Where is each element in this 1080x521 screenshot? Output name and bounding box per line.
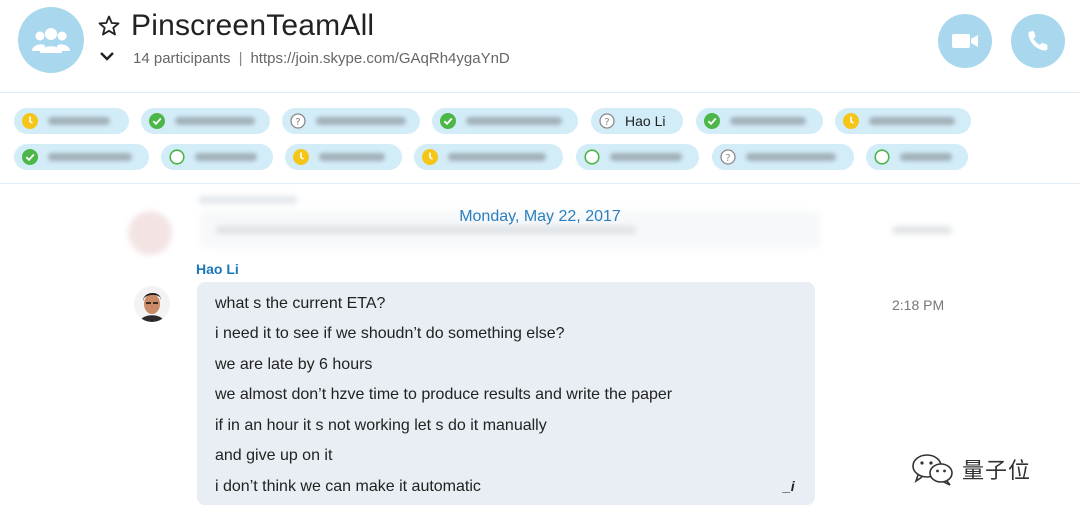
- wechat-logo-icon: [912, 454, 953, 486]
- participant-name-blurred: [195, 153, 257, 161]
- message-line: we are late by 6 hours: [215, 356, 373, 373]
- avatar-photo: [134, 286, 170, 322]
- svg-text:?: ?: [604, 117, 609, 128]
- unknown-status-icon: ?: [599, 113, 615, 129]
- date-separator: Monday, May 22, 2017: [459, 208, 621, 225]
- participant-name-blurred: [316, 117, 406, 125]
- online-status-icon: [704, 113, 720, 129]
- edited-indicator-icon[interactable]: _i: [783, 478, 795, 494]
- participant-name-blurred: [466, 117, 562, 125]
- svg-text:?: ?: [725, 153, 730, 164]
- participant-name-blurred: [900, 153, 952, 161]
- phone-icon: [1028, 31, 1048, 51]
- participant-name-blurred: [730, 117, 806, 125]
- participant-name-blurred: [319, 153, 385, 161]
- participant-chip[interactable]: [866, 144, 968, 170]
- group-icon: [32, 28, 70, 53]
- message-line: and give up on it: [215, 447, 333, 464]
- video-call-button[interactable]: [938, 14, 992, 68]
- participant-chip[interactable]: [432, 108, 578, 134]
- away-status-icon: [422, 149, 438, 165]
- participant-name-blurred: [746, 153, 836, 161]
- participant-name-blurred: [610, 153, 682, 161]
- participant-chip[interactable]: [835, 108, 971, 134]
- chevron-down-icon[interactable]: [99, 50, 115, 62]
- participant-chip[interactable]: [576, 144, 699, 170]
- participant-list: ? ? Hao Li ?: [0, 93, 1080, 183]
- conversation-subline: 14 participants | https://join.skype.com/G…: [133, 50, 510, 67]
- offline-status-icon: [874, 149, 890, 165]
- participant-chip[interactable]: ?: [282, 108, 420, 134]
- participant-chip[interactable]: ?: [712, 144, 854, 170]
- unknown-status-icon: ?: [290, 113, 306, 129]
- watermark-text: 量子位: [962, 458, 1032, 483]
- offline-status-icon: [584, 149, 600, 165]
- participant-chip[interactable]: [14, 108, 129, 134]
- away-status-icon: [22, 113, 38, 129]
- away-status-icon: [293, 149, 309, 165]
- participant-name-blurred: [175, 117, 255, 125]
- group-avatar[interactable]: [18, 7, 84, 73]
- online-status-icon: [22, 149, 38, 165]
- online-status-icon: [149, 113, 165, 129]
- participant-chip[interactable]: [14, 144, 149, 170]
- participant-chip[interactable]: [696, 108, 823, 134]
- separator: |: [238, 50, 243, 67]
- participant-chip[interactable]: [161, 144, 273, 170]
- participant-chip[interactable]: [141, 108, 270, 134]
- offline-status-icon: [169, 149, 185, 165]
- avatar[interactable]: [134, 286, 170, 322]
- message-line: if in an hour it s not working let s do …: [215, 417, 547, 434]
- away-status-icon: [843, 113, 859, 129]
- online-status-icon: [440, 113, 456, 129]
- message-timestamp: 2:18 PM: [892, 297, 945, 313]
- participant-name-blurred: [48, 117, 110, 125]
- video-call-icon: [952, 34, 978, 48]
- svg-text:?: ?: [295, 117, 300, 128]
- participant-chip[interactable]: ? Hao Li: [591, 108, 683, 134]
- participant-name: Hao Li: [625, 113, 666, 129]
- star-icon[interactable]: [97, 14, 121, 38]
- message-line: i don’t think we can make it automatic: [215, 478, 481, 495]
- join-link[interactable]: https://join.skype.com/GAqRh4ygaYnD: [250, 50, 509, 67]
- watermark: 量子位: [910, 452, 1031, 486]
- sender-name[interactable]: Hao Li: [196, 261, 239, 277]
- message-line: what s the current ETA?: [215, 295, 386, 312]
- participant-name-blurred: [48, 153, 132, 161]
- message-line: i need it to see if we shoudn’t do somet…: [215, 325, 565, 342]
- message-line: we almost don’t hzve time to produce res…: [215, 386, 673, 403]
- participant-chip[interactable]: [414, 144, 563, 170]
- conversation-header: PinscreenTeamAll 14 participants | https:/…: [0, 0, 1080, 92]
- unknown-status-icon: ?: [720, 149, 736, 165]
- audio-call-button[interactable]: [1011, 14, 1065, 68]
- previous-message-blurred: [128, 196, 958, 256]
- participant-name-blurred: [448, 153, 546, 161]
- participants-count[interactable]: 14 participants: [133, 50, 231, 67]
- conversation-title: PinscreenTeamAll: [131, 9, 375, 42]
- participant-name-blurred: [869, 117, 955, 125]
- participant-chip[interactable]: [285, 144, 402, 170]
